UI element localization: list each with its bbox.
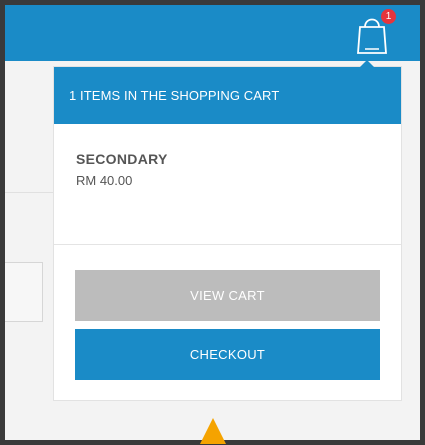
view-cart-button[interactable]: VIEW CART: [75, 270, 380, 321]
checkout-button[interactable]: CHECKOUT: [75, 329, 380, 380]
cart-dropdown: 1 ITEMS IN THE SHOPPING CART SECONDARY R…: [53, 60, 402, 401]
dropdown-caret: [360, 60, 374, 67]
top-navigation-bar: 1: [5, 5, 420, 61]
cart-count-badge: 1: [381, 9, 396, 24]
cart-item-price: RM 40.00: [76, 173, 133, 188]
app-frame: 1 1 ITEMS IN THE SHOPPING CART SECONDARY…: [5, 5, 420, 440]
background-divider: [5, 192, 53, 193]
cart-item-name[interactable]: SECONDARY: [76, 151, 168, 167]
pointer-arrow-icon: [200, 418, 226, 444]
background-input-box: [5, 262, 43, 322]
cart-dropdown-header: 1 ITEMS IN THE SHOPPING CART: [54, 67, 401, 124]
dropdown-divider: [54, 244, 401, 245]
